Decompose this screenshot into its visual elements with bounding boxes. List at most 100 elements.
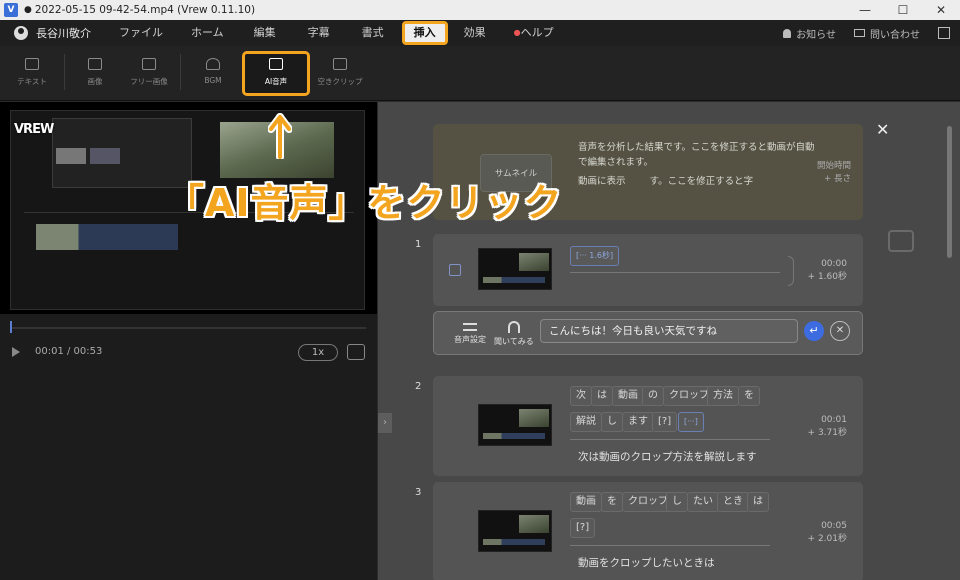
help-length-label: + 長さ	[824, 174, 851, 184]
mail-icon	[854, 29, 865, 37]
listen-button[interactable]: 聞いてみる	[494, 321, 534, 347]
maximize-button[interactable]: ☐	[884, 0, 922, 20]
text-icon	[25, 58, 39, 70]
clip-start: 00:00	[821, 259, 847, 269]
subtitle-text[interactable]: 次は動画のクロップ方法を解説します	[578, 449, 757, 464]
help-start-label: 開始時間	[816, 161, 851, 171]
subtitle-text[interactable]: 動画をクロップしたいときは	[578, 555, 715, 570]
word-chip[interactable]: し	[666, 492, 688, 512]
tool-free-image[interactable]: フリー画像	[121, 56, 177, 87]
contact-button[interactable]: 問い合わせ	[854, 26, 920, 41]
word-chip[interactable]: を	[738, 386, 760, 406]
word-chip[interactable]: 方法	[707, 386, 739, 406]
ai-voice-text-input[interactable]: こんにちは！今日も良い天気ですね	[540, 319, 798, 343]
tool-text[interactable]: テキスト	[4, 56, 60, 87]
menu-edit[interactable]: 編集	[238, 20, 292, 46]
clip-row[interactable]: 動画 を クロップ し たい とき は [?] 動画をクロップしたいときは 00…	[433, 482, 863, 580]
panel-icon	[938, 27, 950, 39]
subtitle-line	[570, 545, 770, 546]
menu-subtitle[interactable]: 字幕	[292, 20, 346, 46]
tool-image[interactable]: 画像	[67, 56, 123, 87]
insert-toolbar: テキスト 画像 フリー画像 BGM AI音声 空きクリップ	[0, 46, 960, 101]
vrew-watermark: VREW	[14, 122, 54, 137]
menu-file[interactable]: ファイル	[105, 20, 177, 46]
collapse-panel-button[interactable]: ›	[378, 413, 392, 433]
word-chip[interactable]: とき	[717, 492, 749, 512]
word-chip[interactable]: 次	[570, 386, 592, 406]
ai-voice-icon	[269, 58, 283, 70]
word-chip[interactable]: [···]	[678, 412, 704, 432]
cancel-button[interactable]: ✕	[830, 321, 850, 341]
close-button[interactable]: ✕	[922, 0, 960, 20]
word-chip[interactable]: は	[747, 492, 769, 512]
clip-start: 00:01	[821, 415, 847, 425]
tool-ai-voice[interactable]: AI音声	[248, 56, 304, 87]
clip-checkbox[interactable]	[449, 264, 461, 276]
menu-help[interactable]: ●ヘルプ	[500, 20, 568, 46]
word-chip[interactable]: を	[601, 492, 623, 512]
user-icon	[14, 26, 28, 40]
close-help-icon[interactable]: ✕	[876, 120, 889, 139]
clip-row[interactable]: [··· 1.6秒] 00:00 + 1.60秒	[433, 234, 863, 306]
word-chip[interactable]: [?]	[652, 412, 678, 432]
clip-thumbnail	[478, 510, 552, 552]
seek-handle[interactable]	[10, 321, 12, 333]
window-title: 2022-05-15 09-42-54.mp4 (Vrew 0.11.10)	[34, 4, 256, 16]
music-icon	[206, 58, 220, 70]
word-chip[interactable]: 動画	[570, 492, 602, 512]
subtitle-line	[570, 439, 770, 440]
notifications-label: お知らせ	[796, 29, 836, 41]
tool-empty-clip[interactable]: 空きクリップ	[312, 56, 368, 87]
clip-start: 00:05	[821, 521, 847, 531]
subtitle-line	[570, 272, 780, 273]
image-icon	[88, 58, 102, 70]
help-badge-icon: ●	[513, 28, 521, 37]
word-chip[interactable]: 動画	[612, 386, 644, 406]
clip-row[interactable]: 次 は 動画 の クロップ 方法 を 解説 し ます [?] [···] 次は動…	[433, 376, 863, 476]
comment-bubble-icon[interactable]	[888, 230, 914, 252]
word-chip[interactable]: は	[591, 386, 613, 406]
contact-label: 問い合わせ	[870, 29, 920, 41]
menu-format[interactable]: 書式	[346, 20, 400, 46]
voice-settings-label: 音声設定	[454, 335, 486, 344]
headphones-icon	[507, 321, 520, 333]
user-name: 長谷川敬介	[36, 27, 91, 40]
apply-button[interactable]: ↵	[804, 321, 824, 341]
word-chip[interactable]: し	[601, 412, 623, 432]
voice-settings-button[interactable]: 音声設定	[454, 321, 486, 345]
notifications-button[interactable]: お知らせ	[783, 26, 836, 41]
minimize-button[interactable]: —	[846, 0, 884, 20]
word-chip[interactable]: [?]	[570, 518, 596, 538]
preview-thumb	[56, 148, 86, 164]
clip-length: + 3.71秒	[807, 428, 847, 438]
toolbar-divider	[180, 54, 181, 90]
menu-effects[interactable]: 効果	[450, 20, 500, 46]
speed-button[interactable]: 1x	[298, 344, 338, 361]
user-menu[interactable]: 長谷川敬介	[14, 25, 91, 41]
clip-time: 00:00 + 1.60秒	[808, 258, 847, 284]
help-text: 音声を分析した結果です。ここを修正すると動画が自動で編集されます。 動画に表示 す…	[578, 140, 818, 189]
bell-icon	[783, 28, 792, 38]
seek-bar[interactable]	[12, 327, 366, 329]
word-chip[interactable]: ます	[622, 412, 654, 432]
help-text-line2: 動画に表示 す。ここを修正すると字	[578, 174, 818, 189]
word-chip[interactable]: の	[642, 386, 664, 406]
menu-home[interactable]: ホーム	[177, 20, 238, 46]
clip-thumbnail	[478, 404, 552, 446]
panel-toggle-button[interactable]	[938, 27, 950, 39]
menu-insert-label: 挿入	[413, 26, 436, 39]
word-chip[interactable]: 解説	[570, 412, 602, 432]
scrollbar[interactable]	[947, 126, 952, 258]
menu-insert[interactable]: 挿入	[400, 20, 450, 46]
tool-bgm-label: BGM	[204, 76, 222, 85]
ai-voice-editor: 音声設定 聞いてみる こんにちは！今日も良い天気ですね ↵ ✕	[433, 311, 863, 355]
clip-length: + 2.01秒	[807, 534, 847, 544]
fit-screen-button[interactable]	[347, 344, 365, 360]
clip-thumbnail	[478, 248, 552, 290]
play-icon[interactable]	[12, 347, 20, 357]
word-chip[interactable]: たい	[687, 492, 719, 512]
tool-bgm[interactable]: BGM	[185, 56, 241, 85]
silence-tag[interactable]: [··· 1.6秒]	[570, 246, 620, 266]
listen-label: 聞いてみる	[494, 337, 534, 346]
empty-clip-icon	[333, 58, 347, 70]
